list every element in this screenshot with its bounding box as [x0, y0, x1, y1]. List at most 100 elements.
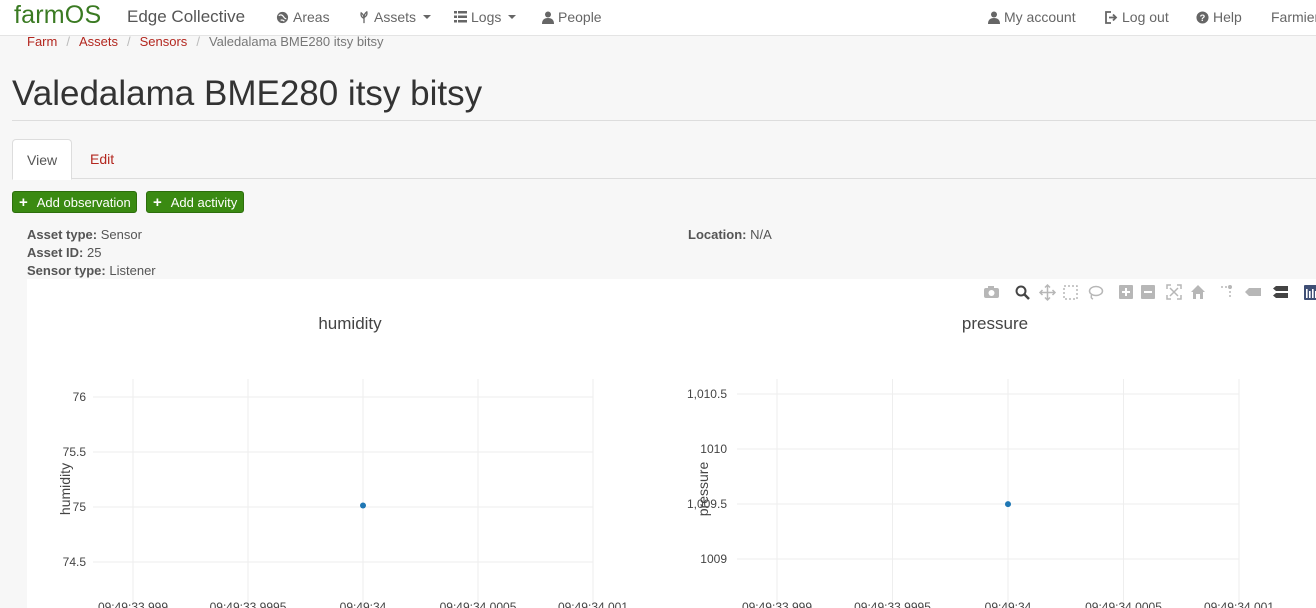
chevron-down-icon	[508, 15, 517, 19]
nav-logs-label: Logs	[471, 9, 502, 25]
nav-assets[interactable]: Assets	[358, 9, 432, 25]
plotly-logo-icon[interactable]	[1304, 285, 1316, 300]
nav-my-account-label: My account	[1004, 9, 1076, 25]
hover-compare-icon[interactable]	[1273, 286, 1288, 298]
data-point[interactable]	[1005, 501, 1011, 508]
x-tick-label: 09:49:34.001	[1204, 600, 1274, 608]
nav-areas[interactable]: Areas	[276, 9, 330, 25]
nav-farmier[interactable]: Farmier	[1271, 9, 1316, 25]
breadcrumb-sensors[interactable]: Sensors	[140, 34, 188, 49]
y-tick-label: 76	[73, 390, 87, 404]
nav-log-out-label: Log out	[1122, 9, 1169, 25]
x-tick-label: 09:49:33.999	[742, 600, 812, 608]
add-observation-button[interactable]: + Add observation	[12, 191, 137, 213]
tabs: View Edit	[12, 139, 1316, 180]
x-tick-label: 09:49:34.001	[558, 600, 628, 608]
autoscale-icon[interactable]	[1166, 284, 1182, 300]
field-asset-type: Asset type: Sensor	[27, 227, 142, 242]
breadcrumb-current: Valedalama BME280 itsy bitsy	[208, 34, 384, 49]
tab-edit[interactable]: Edit	[76, 139, 128, 179]
field-sensor-type: Sensor type: Listener	[27, 263, 156, 278]
nav-help[interactable]: ? Help	[1196, 9, 1242, 25]
data-point[interactable]	[360, 502, 366, 509]
y-tick-label: 75	[73, 500, 87, 514]
tab-view[interactable]: View	[12, 139, 72, 180]
user-icon	[542, 11, 554, 24]
chart-title: humidity	[318, 314, 382, 333]
nav-my-account[interactable]: My account	[988, 9, 1076, 25]
plus-icon: +	[153, 193, 162, 211]
nav-people[interactable]: People	[542, 9, 602, 25]
home-icon[interactable]	[1191, 285, 1205, 299]
list-icon	[454, 11, 467, 23]
x-tick-label: 09:49:33.999	[98, 600, 168, 608]
nav-logs[interactable]: Logs	[454, 9, 517, 25]
nav-assets-label: Assets	[374, 9, 417, 25]
nav-people-label: People	[558, 9, 602, 25]
logout-icon	[1105, 10, 1118, 24]
x-tick-label: 09:49:33.9995	[210, 600, 287, 608]
field-asset-id-label: Asset ID:	[27, 245, 84, 260]
breadcrumb-separator: /	[66, 34, 70, 49]
lasso-icon[interactable]	[1088, 285, 1104, 300]
breadcrumb-separator: /	[196, 34, 200, 49]
chart-humidity: 09:49:33.999 09:49:33.9995 09:49:34 09:49:3…	[57, 314, 628, 608]
x-tick-label: 09:49:34.0005	[440, 600, 517, 608]
y-tick-label: 1010	[700, 442, 727, 456]
x-tick-label: 09:49:33.9995	[854, 600, 931, 608]
x-tick-label: 09:49:34.0005	[1085, 600, 1162, 608]
leaf-icon	[360, 10, 368, 23]
hover-closest-icon[interactable]	[1245, 288, 1261, 296]
top-navbar: farmOS Edge Collective Areas Assets Logs…	[0, 0, 1316, 36]
x-tick-label: 09:49:34	[985, 600, 1032, 608]
y-tick-label: 1009	[700, 552, 727, 566]
y-tick-label: 74.5	[63, 555, 87, 569]
brand-logo[interactable]: farmOS	[14, 1, 101, 30]
nav-log-out[interactable]: Log out	[1104, 9, 1169, 25]
x-tick-label: 09:49:34	[340, 600, 387, 608]
title-divider	[12, 120, 1316, 121]
chart-pressure: 09:49:33.999 09:49:33.9995 09:49:34 09:49:3…	[687, 314, 1274, 608]
svg-text:?: ?	[1200, 12, 1206, 22]
add-observation-label: Add observation	[36, 194, 131, 210]
y-axis-label: humidity	[57, 463, 73, 515]
zoom-icon[interactable]	[1015, 285, 1030, 300]
field-location-label: Location:	[688, 227, 747, 242]
breadcrumb-assets[interactable]: Assets	[79, 34, 118, 49]
user-icon	[988, 11, 1000, 24]
breadcrumb-farm[interactable]: Farm	[27, 34, 57, 49]
y-tick-label: 1,010.5	[687, 387, 727, 401]
nav-farmier-label: Farmier	[1271, 9, 1316, 25]
plus-icon: +	[19, 193, 28, 211]
y-tick-label: 75.5	[63, 445, 87, 459]
field-sensor-type-label: Sensor type:	[27, 263, 106, 278]
globe-icon	[276, 11, 289, 23]
chart-title: pressure	[962, 314, 1028, 333]
nav-areas-label: Areas	[293, 9, 330, 25]
field-location-value: N/A	[750, 227, 772, 242]
camera-icon[interactable]	[984, 286, 999, 298]
chevron-down-icon	[423, 15, 432, 19]
zoom-out-icon[interactable]	[1141, 285, 1155, 299]
field-sensor-type-value: Listener	[109, 263, 156, 278]
field-asset-type-value: Sensor	[100, 227, 142, 242]
site-name[interactable]: Edge Collective	[127, 7, 245, 27]
field-asset-type-label: Asset type:	[27, 227, 98, 242]
y-axis-label: pressure	[695, 462, 711, 517]
sensor-graph: 09:49:33.999 09:49:33.9995 09:49:34 09:49:3…	[27, 279, 1316, 608]
zoom-in-icon[interactable]	[1119, 285, 1133, 299]
add-activity-label: Add activity	[170, 194, 238, 210]
breadcrumb: Farm / Assets / Sensors / Valedalama BME…	[27, 34, 384, 49]
page-title: Valedalama BME280 itsy bitsy	[12, 74, 483, 113]
spike-lines-icon[interactable]	[1221, 285, 1232, 299]
question-icon: ?	[1196, 10, 1209, 24]
field-asset-id: Asset ID: 25	[27, 245, 101, 260]
sensor-graph-svg: 09:49:33.999 09:49:33.9995 09:49:34 09:49:3…	[57, 283, 1316, 608]
nav-help-label: Help	[1213, 9, 1242, 25]
box-select-icon[interactable]	[1063, 285, 1078, 300]
breadcrumb-separator: /	[126, 34, 131, 49]
add-activity-button[interactable]: + Add activity	[146, 191, 244, 213]
pan-icon[interactable]	[1038, 283, 1057, 302]
field-location: Location: N/A	[688, 227, 772, 242]
field-asset-id-value: 25	[86, 245, 102, 260]
